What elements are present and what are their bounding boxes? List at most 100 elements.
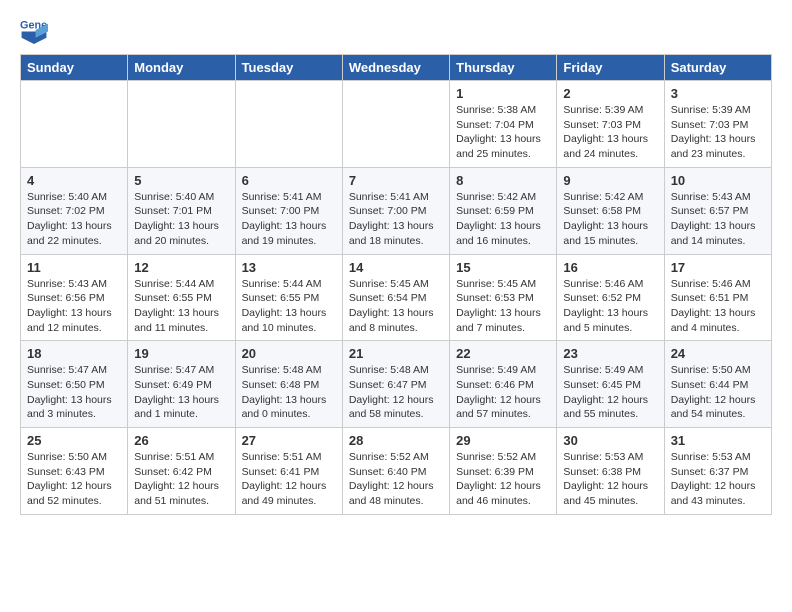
day-cell-18: 18Sunrise: 5:47 AMSunset: 6:50 PMDayligh…	[21, 341, 128, 428]
day-cell-empty-0-3	[342, 81, 449, 168]
day-info: Sunrise: 5:46 AMSunset: 6:51 PMDaylight:…	[671, 277, 765, 336]
day-info: Sunrise: 5:49 AMSunset: 6:45 PMDaylight:…	[563, 363, 657, 422]
day-cell-7: 7Sunrise: 5:41 AMSunset: 7:00 PMDaylight…	[342, 167, 449, 254]
page: General SundayMondayTuesdayWednesdayThur…	[0, 0, 792, 531]
calendar-table: SundayMondayTuesdayWednesdayThursdayFrid…	[20, 54, 772, 515]
day-number: 30	[563, 433, 657, 448]
day-info: Sunrise: 5:52 AMSunset: 6:40 PMDaylight:…	[349, 450, 443, 509]
day-cell-28: 28 Sunrise: 5:52 AMSunset: 6:40 PMDayligh…	[342, 428, 449, 515]
day-info: Sunrise: 5:48 AMSunset: 6:48 PMDaylight:…	[242, 363, 336, 422]
day-cell-13: 13 Sunrise: 5:44 AMSunset: 6:55 PMDayligh…	[235, 254, 342, 341]
day-number: 16	[563, 260, 657, 275]
day-info: Sunrise: 5:43 AMSunset: 6:56 PMDaylight:…	[27, 277, 121, 336]
day-info: Sunrise: 5:41 AMSunset: 7:00 PMDaylight:…	[349, 190, 443, 249]
day-number: 26	[134, 433, 228, 448]
day-cell-16: 16 Sunrise: 5:46 AMSunset: 6:52 PMDayligh…	[557, 254, 664, 341]
day-cell-21: 21 Sunrise: 5:48 AMSunset: 6:47 PMDayligh…	[342, 341, 449, 428]
day-info: Sunrise: 5:51 AMSunset: 6:41 PMDaylight:…	[242, 450, 336, 509]
day-cell-24: 24 Sunrise: 5:50 AMSunset: 6:44 PMDayligh…	[664, 341, 771, 428]
day-number: 31	[671, 433, 765, 448]
col-header-monday: Monday	[128, 55, 235, 81]
day-cell-empty-0-2	[235, 81, 342, 168]
day-number: 27	[242, 433, 336, 448]
day-cell-14: 14 Sunrise: 5:45 AMSunset: 6:54 PMDayligh…	[342, 254, 449, 341]
day-cell-12: 12 Sunrise: 5:44 AMSunset: 6:55 PMDayligh…	[128, 254, 235, 341]
header-row: SundayMondayTuesdayWednesdayThursdayFrid…	[21, 55, 772, 81]
day-cell-19: 19 Sunrise: 5:47 AMSunset: 6:49 PMDayligh…	[128, 341, 235, 428]
day-cell-15: 15 Sunrise: 5:45 AMSunset: 6:53 PMDayligh…	[450, 254, 557, 341]
day-cell-5: 5Sunrise: 5:40 AMSunset: 7:01 PMDaylight…	[128, 167, 235, 254]
day-cell-1: 1 Sunrise: 5:38 AMSunset: 7:04 PMDaylight…	[450, 81, 557, 168]
day-cell-26: 26 Sunrise: 5:51 AMSunset: 6:42 PMDayligh…	[128, 428, 235, 515]
day-info: Sunrise: 5:52 AMSunset: 6:39 PMDaylight:…	[456, 450, 550, 509]
day-number: 2	[563, 86, 657, 101]
day-cell-27: 27 Sunrise: 5:51 AMSunset: 6:41 PMDayligh…	[235, 428, 342, 515]
day-cell-25: 25Sunrise: 5:50 AMSunset: 6:43 PMDayligh…	[21, 428, 128, 515]
day-info: Sunrise: 5:50 AMSunset: 6:44 PMDaylight:…	[671, 363, 765, 422]
day-info: Sunrise: 5:38 AMSunset: 7:04 PMDaylight:…	[456, 103, 550, 162]
day-cell-11: 11 Sunrise: 5:43 AMSunset: 6:56 PMDayligh…	[21, 254, 128, 341]
day-number: 14	[349, 260, 443, 275]
week-row-1: 1 Sunrise: 5:38 AMSunset: 7:04 PMDaylight…	[21, 81, 772, 168]
header: General	[20, 16, 772, 44]
day-info: Sunrise: 5:44 AMSunset: 6:55 PMDaylight:…	[134, 277, 228, 336]
day-number: 12	[134, 260, 228, 275]
day-info: Sunrise: 5:42 AMSunset: 6:58 PMDaylight:…	[563, 190, 657, 249]
logo: General	[20, 16, 54, 44]
week-row-4: 18Sunrise: 5:47 AMSunset: 6:50 PMDayligh…	[21, 341, 772, 428]
day-number: 29	[456, 433, 550, 448]
day-info: Sunrise: 5:45 AMSunset: 6:53 PMDaylight:…	[456, 277, 550, 336]
day-cell-31: 31Sunrise: 5:53 AMSunset: 6:37 PMDayligh…	[664, 428, 771, 515]
day-cell-30: 30Sunrise: 5:53 AMSunset: 6:38 PMDayligh…	[557, 428, 664, 515]
day-cell-22: 22 Sunrise: 5:49 AMSunset: 6:46 PMDayligh…	[450, 341, 557, 428]
day-number: 1	[456, 86, 550, 101]
col-header-wednesday: Wednesday	[342, 55, 449, 81]
day-info: Sunrise: 5:46 AMSunset: 6:52 PMDaylight:…	[563, 277, 657, 336]
day-cell-9: 9Sunrise: 5:42 AMSunset: 6:58 PMDaylight…	[557, 167, 664, 254]
day-cell-29: 29 Sunrise: 5:52 AMSunset: 6:39 PMDayligh…	[450, 428, 557, 515]
day-info: Sunrise: 5:47 AMSunset: 6:50 PMDaylight:…	[27, 363, 121, 422]
day-cell-4: 4 Sunrise: 5:40 AMSunset: 7:02 PMDaylight…	[21, 167, 128, 254]
day-info: Sunrise: 5:47 AMSunset: 6:49 PMDaylight:…	[134, 363, 228, 422]
day-info: Sunrise: 5:48 AMSunset: 6:47 PMDaylight:…	[349, 363, 443, 422]
day-info: Sunrise: 5:42 AMSunset: 6:59 PMDaylight:…	[456, 190, 550, 249]
day-cell-23: 23 Sunrise: 5:49 AMSunset: 6:45 PMDayligh…	[557, 341, 664, 428]
col-header-thursday: Thursday	[450, 55, 557, 81]
day-number: 3	[671, 86, 765, 101]
day-info: Sunrise: 5:49 AMSunset: 6:46 PMDaylight:…	[456, 363, 550, 422]
day-number: 10	[671, 173, 765, 188]
day-number: 8	[456, 173, 550, 188]
general-blue-logo-icon: General	[20, 16, 48, 44]
day-info: Sunrise: 5:39 AMSunset: 7:03 PMDaylight:…	[671, 103, 765, 162]
day-info: Sunrise: 5:44 AMSunset: 6:55 PMDaylight:…	[242, 277, 336, 336]
day-info: Sunrise: 5:43 AMSunset: 6:57 PMDaylight:…	[671, 190, 765, 249]
day-number: 19	[134, 346, 228, 361]
day-info: Sunrise: 5:40 AMSunset: 7:02 PMDaylight:…	[27, 190, 121, 249]
week-row-3: 11 Sunrise: 5:43 AMSunset: 6:56 PMDayligh…	[21, 254, 772, 341]
day-number: 21	[349, 346, 443, 361]
day-cell-empty-0-0	[21, 81, 128, 168]
day-info: Sunrise: 5:51 AMSunset: 6:42 PMDaylight:…	[134, 450, 228, 509]
day-cell-17: 17 Sunrise: 5:46 AMSunset: 6:51 PMDayligh…	[664, 254, 771, 341]
week-row-5: 25Sunrise: 5:50 AMSunset: 6:43 PMDayligh…	[21, 428, 772, 515]
day-number: 22	[456, 346, 550, 361]
day-number: 11	[27, 260, 121, 275]
day-cell-2: 2 Sunrise: 5:39 AMSunset: 7:03 PMDaylight…	[557, 81, 664, 168]
day-number: 17	[671, 260, 765, 275]
day-number: 25	[27, 433, 121, 448]
day-cell-10: 10 Sunrise: 5:43 AMSunset: 6:57 PMDayligh…	[664, 167, 771, 254]
day-info: Sunrise: 5:40 AMSunset: 7:01 PMDaylight:…	[134, 190, 228, 249]
col-header-tuesday: Tuesday	[235, 55, 342, 81]
day-info: Sunrise: 5:45 AMSunset: 6:54 PMDaylight:…	[349, 277, 443, 336]
day-number: 15	[456, 260, 550, 275]
day-info: Sunrise: 5:39 AMSunset: 7:03 PMDaylight:…	[563, 103, 657, 162]
day-cell-3: 3 Sunrise: 5:39 AMSunset: 7:03 PMDaylight…	[664, 81, 771, 168]
day-number: 28	[349, 433, 443, 448]
day-number: 4	[27, 173, 121, 188]
day-number: 20	[242, 346, 336, 361]
day-cell-empty-0-1	[128, 81, 235, 168]
day-number: 13	[242, 260, 336, 275]
col-header-friday: Friday	[557, 55, 664, 81]
day-number: 24	[671, 346, 765, 361]
day-number: 23	[563, 346, 657, 361]
